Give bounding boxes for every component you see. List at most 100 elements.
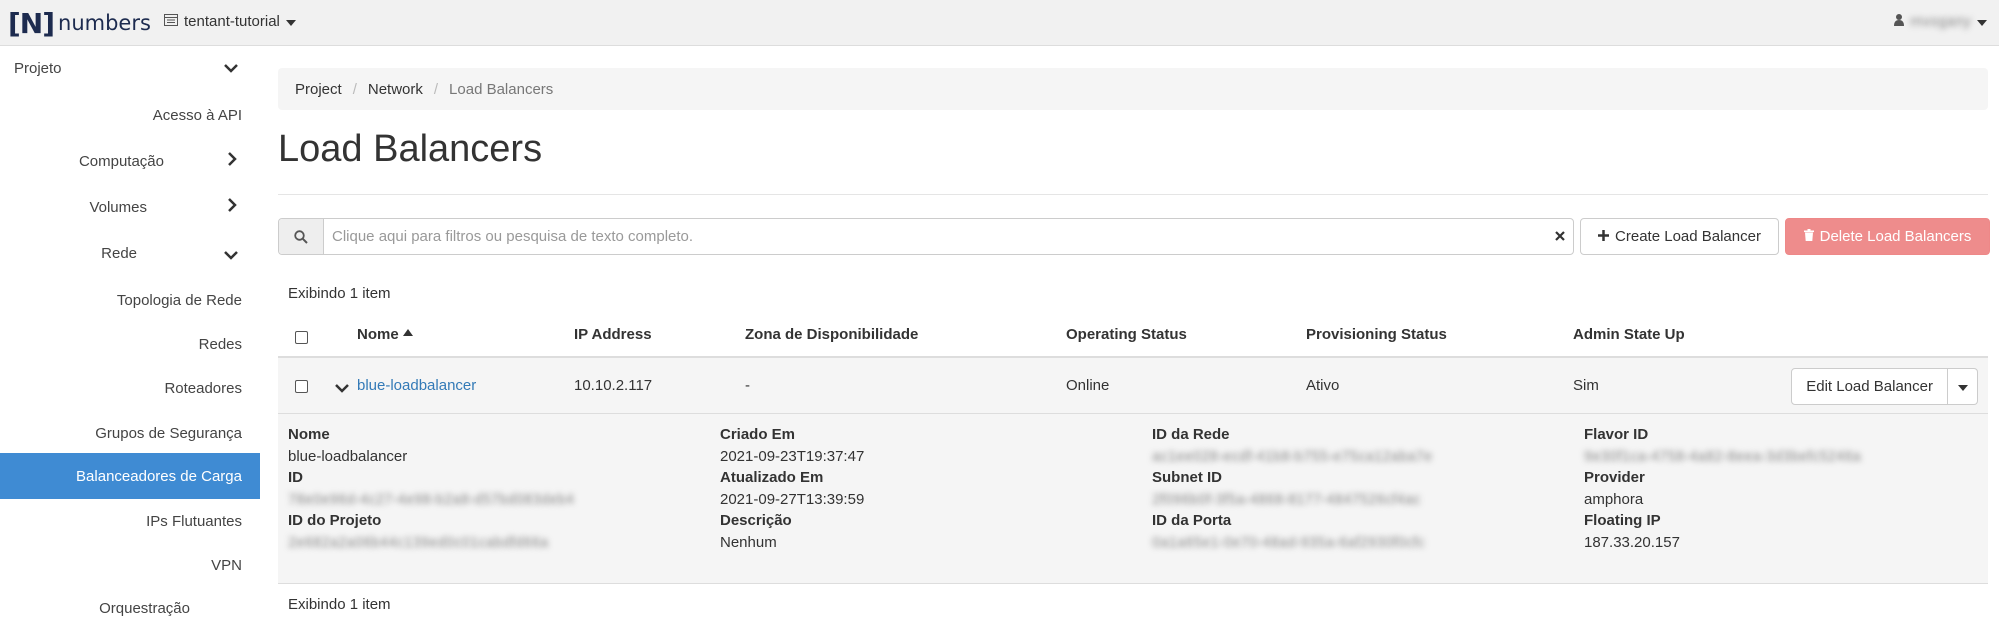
row-actions-dropdown[interactable] xyxy=(1948,368,1978,405)
user-name: mvogany xyxy=(1910,13,1971,30)
sidebar-item-grupos-seguranca[interactable]: Grupos de Segurança xyxy=(0,413,260,453)
user-icon xyxy=(1894,13,1905,30)
logo-text: numbers xyxy=(58,11,151,35)
load-balancer-name-link[interactable]: blue-loadbalancer xyxy=(357,377,476,394)
detail-key: Nome xyxy=(288,426,330,443)
sidebar-item-rede[interactable]: Rede xyxy=(0,233,260,273)
detail-value: 2e682a2a06b44c139ed0c01cabdfd66a xyxy=(288,533,549,551)
edit-load-balancer-button[interactable]: Edit Load Balancer xyxy=(1791,368,1948,405)
chevron-right-icon xyxy=(228,152,237,171)
sidebar-item-label: Orquestração xyxy=(99,599,190,617)
detail-key: Subnet ID xyxy=(1152,469,1222,486)
breadcrumb-separator: / xyxy=(352,80,357,98)
detail-key: Criado Em xyxy=(720,426,796,443)
detail-value: 9e30f1ca-4758-4a82-8eea-3d3befc5246a xyxy=(1584,447,1861,465)
detail-key: Floating IP xyxy=(1584,512,1661,529)
delete-load-balancers-label: Delete Load Balancers xyxy=(1819,228,1972,245)
column-header-label: Nome xyxy=(357,326,399,343)
sidebar-item-label: Balanceadores de Carga xyxy=(76,467,242,485)
sidebar-item-label: Grupos de Segurança xyxy=(95,424,242,442)
clear-search-icon[interactable] xyxy=(1547,228,1573,245)
chevron-right-icon xyxy=(228,198,237,217)
detail-value: amphora xyxy=(1584,490,1644,508)
project-name: tentant-tutorial xyxy=(184,13,280,30)
detail-key: ID da Porta xyxy=(1152,512,1232,529)
project-selector[interactable]: tentant-tutorial xyxy=(164,13,296,30)
sidebar-item-label: Roteadores xyxy=(164,379,242,397)
column-header-operating[interactable]: Operating Status xyxy=(1066,326,1187,343)
breadcrumb-project[interactable]: Project xyxy=(295,81,342,98)
sidebar-item-label: Topologia de Rede xyxy=(116,291,242,309)
cell-provisioning-status: Ativo xyxy=(1306,377,1340,394)
top-navbar: [N] numbers tentant-tutorial mvogany xyxy=(0,0,1999,46)
trash-icon xyxy=(1803,228,1814,245)
detail-column: Criado Em 2021-09-23T19:37:47 Atualizado… xyxy=(720,424,864,553)
user-menu[interactable]: mvogany xyxy=(1894,13,1987,30)
sidebar-item-label: Acesso à API xyxy=(152,106,242,124)
sidebar-item-redes[interactable]: Redes xyxy=(0,324,260,364)
search-input[interactable] xyxy=(324,227,1547,246)
create-load-balancer-button[interactable]: Create Load Balancer xyxy=(1580,218,1779,255)
sidebar-item-label: IPs Flutuantes xyxy=(146,512,242,530)
detail-key: Atualizado Em xyxy=(720,469,824,486)
breadcrumb: Project / Network / Load Balancers xyxy=(278,68,1988,110)
project-icon xyxy=(164,13,178,30)
select-all-checkbox[interactable] xyxy=(295,331,308,344)
chevron-down-icon[interactable] xyxy=(335,380,349,398)
caret-down-icon xyxy=(1957,378,1968,396)
caret-down-icon xyxy=(285,13,296,30)
detail-value: 2021-09-23T19:37:47 xyxy=(720,447,865,465)
detail-column: Flavor ID 9e30f1ca-4758-4a82-8eea-3d3bef… xyxy=(1584,424,1861,553)
table-row: blue-loadbalancer 10.10.2.117 - Online A… xyxy=(278,358,1988,414)
sidebar-item-projeto[interactable]: Projeto xyxy=(0,48,260,88)
detail-key: ID do Projeto xyxy=(288,512,382,529)
sidebar-item-label: Rede xyxy=(101,244,137,262)
search-icon[interactable] xyxy=(279,219,324,254)
sidebar-item-orquestracao[interactable]: Orquestração xyxy=(0,588,260,628)
divider xyxy=(278,194,1988,195)
breadcrumb-separator: / xyxy=(433,80,439,98)
sidebar-item-ips-flutuantes[interactable]: IPs Flutuantes xyxy=(0,501,260,541)
plus-icon xyxy=(1598,228,1610,245)
item-count-footer: Exibindo 1 item xyxy=(288,596,391,613)
chevron-down-icon xyxy=(224,247,238,265)
cell-operating-status: Online xyxy=(1066,377,1110,394)
column-header-zona[interactable]: Zona de Disponibilidade xyxy=(745,326,918,343)
detail-value: ac1ee028-ecdf-41b8-b755-e75ca12aba7e xyxy=(1152,447,1433,465)
detail-key: ID da Rede xyxy=(1152,426,1230,443)
sidebar-item-acesso-api[interactable]: Acesso à API xyxy=(0,95,260,135)
sidebar-item-roteadores[interactable]: Roteadores xyxy=(0,368,260,408)
sidebar-item-balanceadores[interactable]: Balanceadores de Carga xyxy=(0,453,260,499)
sidebar-item-vpn[interactable]: VPN xyxy=(0,545,260,585)
detail-column: Nome blue-loadbalancer ID 78e0e96d-4c27-… xyxy=(288,424,574,553)
breadcrumb-network[interactable]: Network xyxy=(368,81,423,98)
sidebar-item-label: VPN xyxy=(211,556,242,574)
detail-key: Provider xyxy=(1584,469,1645,486)
detail-key: Flavor ID xyxy=(1584,426,1649,443)
sidebar-item-label: Redes xyxy=(198,335,242,353)
row-checkbox[interactable] xyxy=(295,380,308,393)
delete-load-balancers-button[interactable]: Delete Load Balancers xyxy=(1785,218,1990,255)
sidebar-item-topologia[interactable]: Topologia de Rede xyxy=(0,280,260,320)
cell-zone: - xyxy=(745,377,750,394)
column-header-provisioning[interactable]: Provisioning Status xyxy=(1306,326,1447,343)
sidebar-item-computacao[interactable]: Computação xyxy=(0,141,260,181)
detail-value: Nenhum xyxy=(720,533,777,551)
row-actions: Edit Load Balancer xyxy=(1791,368,1978,405)
sidebar-item-label: Projeto xyxy=(14,59,62,77)
caret-down-icon xyxy=(1977,13,1987,30)
column-header-ip[interactable]: IP Address xyxy=(574,326,652,343)
logo-mark: [N] xyxy=(8,6,55,40)
sidebar-item-label: Computação xyxy=(78,152,164,170)
column-header-admin[interactable]: Admin State Up xyxy=(1573,326,1685,343)
page-title: Load Balancers xyxy=(278,128,543,170)
sidebar-item-volumes[interactable]: Volumes xyxy=(0,187,260,227)
column-header-nome[interactable]: Nome xyxy=(357,326,413,343)
detail-column: ID da Rede ac1ee028-ecdf-41b8-b755-e75ca… xyxy=(1152,424,1432,553)
table-header: Nome IP Address Zona de Disponibilidade … xyxy=(278,320,1988,358)
search-bar xyxy=(278,218,1574,255)
detail-value: 0a1a65e1-0e70-48ad-935a-6af2930f0cfc xyxy=(1152,533,1425,551)
brand-logo[interactable]: [N] numbers xyxy=(8,6,151,40)
cell-ip: 10.10.2.117 xyxy=(574,377,653,394)
detail-key: Descrição xyxy=(720,512,792,529)
